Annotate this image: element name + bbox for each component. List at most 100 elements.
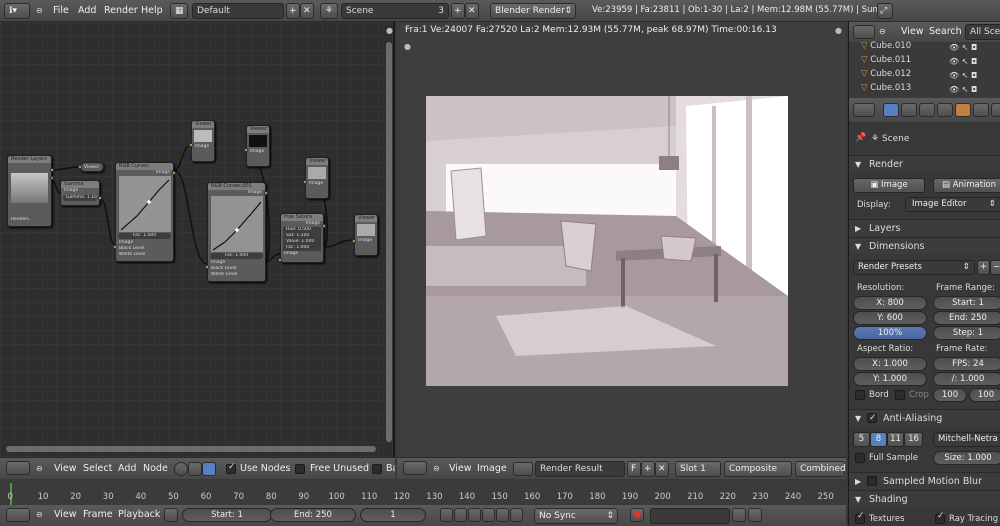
- pin-icon[interactable]: 📌: [855, 133, 866, 143]
- restrict-icons[interactable]: 👁 ↖ ◘ 👁 ↖ ◘ 👁 ↖ ◘ 👁 ↖ ◘: [949, 41, 977, 97]
- new-image-button[interactable]: +: [641, 461, 655, 477]
- render-pass-dropdown[interactable]: Combined: [795, 461, 846, 477]
- add-preset-button[interactable]: +: [977, 260, 990, 275]
- editor-type-button[interactable]: [853, 25, 875, 39]
- socket[interactable]: [98, 196, 102, 200]
- full-sample-checkbox[interactable]: [855, 453, 865, 463]
- menu-node[interactable]: Node: [143, 463, 168, 474]
- keying-set-field[interactable]: [650, 508, 730, 524]
- add-layout-button[interactable]: +: [286, 3, 300, 19]
- frame-end-field[interactable]: End: 250: [933, 311, 1000, 325]
- menu-image[interactable]: Image: [477, 463, 507, 474]
- socket[interactable]: [322, 224, 326, 228]
- aa-filter-dropdown[interactable]: Mitchell-Netra: [933, 432, 1000, 447]
- delete-keyframe-icon[interactable]: [748, 508, 762, 522]
- collapse-menu-icon[interactable]: ⊖: [879, 27, 886, 36]
- aa-samples-16[interactable]: 16: [904, 432, 923, 447]
- render-image-button[interactable]: ▣ Image: [853, 178, 925, 193]
- composite-node[interactable]: Viewer Image: [352, 214, 378, 256]
- render-tab-icon[interactable]: [883, 103, 899, 117]
- texture-nodes-icon[interactable]: [188, 462, 202, 476]
- border-checkbox[interactable]: [855, 390, 865, 400]
- time-new-field[interactable]: 100: [969, 388, 1000, 402]
- resolution-percent-slider[interactable]: 100%: [853, 326, 927, 340]
- socket[interactable]: [264, 191, 268, 195]
- aa-samples-8[interactable]: 8: [870, 432, 887, 447]
- scene-field[interactable]: Scene 3: [341, 3, 449, 19]
- socket[interactable]: [278, 258, 282, 262]
- menu-render[interactable]: Render: [104, 5, 138, 16]
- layers-panel-header[interactable]: ▶ Layers: [849, 219, 1000, 236]
- aspect-y-field[interactable]: Y: 1.000: [853, 372, 927, 386]
- editor-type-button[interactable]: [6, 508, 30, 522]
- play-icon[interactable]: [482, 508, 495, 522]
- display-mode-dropdown[interactable]: All Scene: [965, 24, 1000, 40]
- aa-samples-5[interactable]: 5: [853, 432, 870, 447]
- render-animation-button[interactable]: ▤ Animation: [933, 178, 1000, 193]
- editor-type-button[interactable]: [6, 461, 30, 475]
- layout-field[interactable]: Default: [192, 3, 284, 19]
- menu-select[interactable]: Select: [83, 463, 112, 474]
- gamma-value[interactable]: Gamma: 1.100: [63, 195, 97, 201]
- viewer-node[interactable]: Viewer Image: [189, 120, 215, 162]
- socket[interactable]: [352, 239, 356, 243]
- filter-size-field[interactable]: Size: 1.000: [933, 451, 1000, 465]
- free-unused-checkbox[interactable]: [295, 464, 305, 474]
- time-old-field[interactable]: 100: [933, 388, 967, 402]
- resolution-y-field[interactable]: Y: 600: [853, 311, 927, 325]
- unlink-image-button[interactable]: ✕: [655, 461, 669, 477]
- collapse-menu-icon[interactable]: ⊖: [433, 464, 440, 473]
- collapse-menu-icon[interactable]: ⊖: [36, 464, 43, 473]
- fac-field[interactable]: Fac: 1.000: [118, 233, 171, 239]
- editor-type-button[interactable]: ℹ▾: [4, 3, 30, 19]
- timeline-end-field[interactable]: End: 250: [270, 508, 356, 522]
- fps-base-field[interactable]: /: 1.000: [933, 372, 1000, 386]
- compositing-nodes-icon[interactable]: [202, 462, 216, 476]
- prev-keyframe-icon[interactable]: [454, 508, 467, 522]
- layout-icon[interactable]: ▦: [170, 3, 188, 19]
- menu-search[interactable]: Search: [929, 26, 962, 37]
- collapse-menu-icon[interactable]: ⊖: [36, 510, 43, 519]
- outliner-item[interactable]: ▽ Cube.012: [861, 67, 911, 81]
- next-keyframe-icon[interactable]: [496, 508, 509, 522]
- slot-dropdown[interactable]: Slot 1: [675, 461, 721, 477]
- outliner-item[interactable]: ▽ Cube.011: [861, 53, 911, 67]
- render-layers-node[interactable]: Render Layers RenderL: [7, 155, 54, 227]
- remove-scene-button[interactable]: ✕: [465, 3, 479, 19]
- region-toggle-icon[interactable]: ●: [404, 42, 411, 51]
- object-tab-icon[interactable]: [955, 103, 971, 117]
- fullscreen-icon[interactable]: ⤢: [877, 3, 893, 19]
- backdrop-checkbox[interactable]: [372, 464, 382, 474]
- menu-view[interactable]: View: [449, 463, 472, 474]
- editor-type-button[interactable]: [403, 461, 427, 475]
- constraints-tab-icon[interactable]: [973, 103, 989, 117]
- render-presets-dropdown[interactable]: Render Presets ⇕: [853, 260, 975, 275]
- image-name-field[interactable]: Render Result: [535, 461, 625, 477]
- sync-mode-dropdown[interactable]: No Sync ⇕: [534, 508, 618, 524]
- frame-step-field[interactable]: Step: 1: [933, 326, 1000, 340]
- socket[interactable]: [205, 265, 209, 269]
- anti-aliasing-checkbox[interactable]: ✓: [867, 413, 877, 423]
- socket[interactable]: [78, 165, 82, 169]
- fps-field[interactable]: FPS: 24: [933, 357, 1000, 371]
- editor-type-button[interactable]: [853, 103, 875, 117]
- menu-view[interactable]: View: [901, 26, 924, 37]
- frame-start-field[interactable]: Start: 1: [933, 296, 1000, 310]
- display-dropdown[interactable]: Image Editor ⇕: [905, 197, 1000, 212]
- outliner-item[interactable]: ▽ Cube.010: [861, 39, 911, 53]
- scene-icon[interactable]: ⚘: [320, 3, 338, 19]
- jump-start-icon[interactable]: [440, 508, 453, 522]
- collapse-menu-icon[interactable]: ⊖: [36, 6, 43, 15]
- region-toggle-icon[interactable]: ●: [835, 26, 842, 35]
- motion-blur-panel-header[interactable]: ▶ Sampled Motion Blur: [849, 472, 1000, 489]
- hue-saturation-node[interactable]: Hue Satura Image Hue: 0.500 Sat: 1.100 V…: [278, 213, 326, 263]
- ray-tracing-checkbox[interactable]: ✓: [935, 511, 945, 524]
- current-frame-field[interactable]: 1: [360, 508, 426, 522]
- remove-preset-button[interactable]: −: [990, 260, 1000, 275]
- render-layer-dropdown[interactable]: Composite: [724, 461, 792, 477]
- menu-help[interactable]: Help: [141, 5, 163, 16]
- render-panel-header[interactable]: ▼ Render: [849, 155, 1000, 172]
- timeline-start-field[interactable]: Start: 1: [182, 508, 272, 522]
- play-reverse-icon[interactable]: [468, 508, 481, 522]
- menu-frame[interactable]: Frame: [83, 509, 113, 520]
